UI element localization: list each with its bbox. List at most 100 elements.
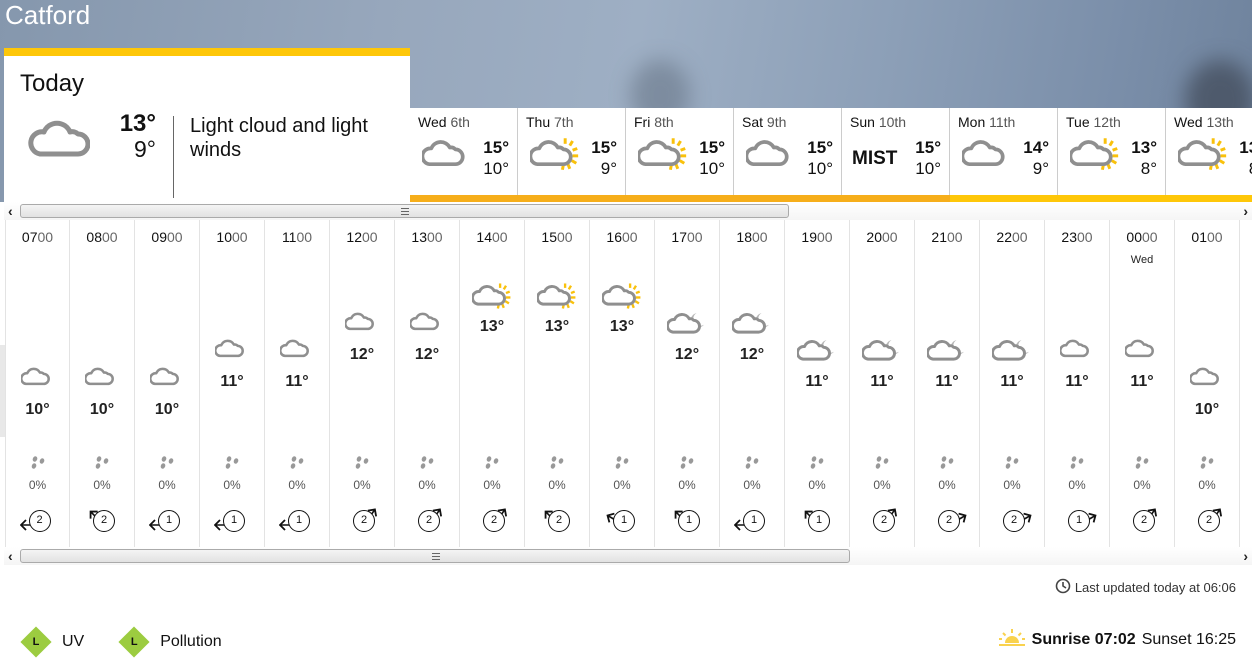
hour-temp: 10° xyxy=(25,400,50,418)
hourly-column[interactable]: 0000 Wed 11° 0% 2 xyxy=(1110,220,1175,548)
hourly-column[interactable]: 0800 10° 0% 2 xyxy=(70,220,135,548)
sun-cloud-icon xyxy=(1176,136,1228,177)
hourly-column[interactable]: 2000 11° 0% 2 xyxy=(850,220,915,548)
cloud-icon xyxy=(1189,365,1224,394)
grip-icon xyxy=(431,553,440,560)
wind-indicator: 2 xyxy=(864,506,900,536)
wind-speed: 1 xyxy=(678,510,700,532)
rain-chance: 0% xyxy=(678,478,696,492)
day-tab[interactable]: Sat 9th 15° 10° xyxy=(734,108,842,202)
day-low-temp: 9° xyxy=(1032,159,1049,178)
hour-temp: 13° xyxy=(544,318,570,335)
scroll-right-icon[interactable]: › xyxy=(1243,202,1248,220)
wind-indicator: 2 xyxy=(84,506,120,536)
pollution-badge[interactable]: L Pollution xyxy=(118,626,222,658)
rain-chance: 0% xyxy=(613,478,631,492)
hourly-column[interactable]: 1900 11° 0% 1 xyxy=(785,220,850,548)
wind-speed: 1 xyxy=(613,510,635,532)
hourly-column[interactable]: 1800 12° 0% 1 xyxy=(720,220,785,548)
hourly-column[interactable]: 1400 13° 0% 2 xyxy=(460,220,525,548)
mist-icon: MIST xyxy=(852,148,898,169)
rain-chance: 0% xyxy=(288,478,306,492)
day-high-temp: 15° xyxy=(483,138,509,157)
daily-scrollbar[interactable]: ‹ › xyxy=(4,202,1252,220)
wind-speed: 2 xyxy=(418,510,440,532)
hour-label: 1000 xyxy=(216,229,248,245)
cloud-icon xyxy=(1124,337,1159,366)
sun-cloud-icon xyxy=(536,282,577,315)
moon-cloud-icon xyxy=(926,337,967,370)
cloud-icon xyxy=(19,365,55,394)
day-tab[interactable]: Fri 8th 15° 10° xyxy=(626,108,734,202)
day-low-temp: 10° xyxy=(915,159,941,178)
day-name: Mon 11th xyxy=(958,114,1016,130)
day-low-temp: 10° xyxy=(483,159,509,178)
wind-speed: 2 xyxy=(483,510,505,532)
hourly-column[interactable]: 2300 11° 0% 1 xyxy=(1045,220,1110,548)
hourly-scrollbar[interactable]: ‹ › xyxy=(4,547,1252,565)
temperature-bar xyxy=(842,195,950,202)
day-tab[interactable]: Sun 10th MIST 15° 10° xyxy=(842,108,950,202)
wind-indicator: 2 xyxy=(474,506,510,536)
hour-label: 1500 xyxy=(541,229,573,245)
wind-indicator: 2 xyxy=(409,506,445,536)
hour-label: 1800 xyxy=(736,229,768,245)
hourly-column[interactable]: 2200 11° 0% 2 xyxy=(980,220,1045,548)
hourly-column[interactable]: 1100 11° 0% 1 xyxy=(265,220,330,548)
day-tab[interactable]: Wed 13th 13° 8° xyxy=(1166,108,1252,202)
wind-indicator: 1 xyxy=(149,506,185,536)
day-low-temp: 10° xyxy=(807,159,833,178)
today-label: Today xyxy=(20,70,85,97)
day-tab[interactable]: Thu 7th 15° 9° xyxy=(518,108,626,202)
rain-chance: 0% xyxy=(93,478,111,492)
wind-indicator: 1 xyxy=(1059,506,1097,536)
clock-icon xyxy=(1055,578,1071,597)
daily-scroll-thumb[interactable] xyxy=(20,204,789,218)
rain-chance: 0% xyxy=(223,478,241,492)
hour-temp: 12° xyxy=(414,345,440,363)
day-low-temp: 10° xyxy=(699,159,725,178)
wind-indicator: 2 xyxy=(1189,506,1225,536)
hourly-column[interactable]: 1700 12° 0% 1 xyxy=(655,220,720,548)
hourly-column[interactable]: 0100 10° 0% 2 xyxy=(1175,220,1240,548)
wind-indicator: 2 xyxy=(344,506,380,536)
day-tab[interactable]: Mon 11th 14° 9° xyxy=(950,108,1058,202)
rain-chance: 0% xyxy=(418,478,436,492)
hour-label: 2300 xyxy=(1061,229,1093,245)
hourly-column[interactable]: 1600 13° 0% 1 xyxy=(590,220,655,548)
temperature-bar xyxy=(626,195,734,202)
hourly-scroll-thumb[interactable] xyxy=(20,549,850,563)
hourly-column[interactable]: 1200 12° 0% 2 xyxy=(330,220,395,548)
today-summary-card[interactable]: Today 13° 9° Light cloud and light winds xyxy=(4,48,410,202)
temperature-bar xyxy=(950,195,1058,202)
temperature-bar xyxy=(410,195,518,202)
hourly-column[interactable]: 2100 11° 0% 2 xyxy=(915,220,980,548)
cloud-icon xyxy=(420,136,472,177)
cloud-icon xyxy=(409,310,444,339)
wind-indicator: 2 xyxy=(994,506,1032,536)
hourly-column[interactable]: 1500 13° 0% 2 xyxy=(525,220,590,548)
hour-label: 0700 xyxy=(21,229,54,245)
wind-indicator: 2 xyxy=(539,506,575,536)
hourly-column[interactable]: 0700 10° 0% 2 xyxy=(5,220,70,548)
hour-temp: 11° xyxy=(1065,373,1089,390)
hourly-column[interactable]: 1300 12° 0% 2 xyxy=(395,220,460,548)
hour-temp: 11° xyxy=(1000,373,1024,390)
hour-label: 1900 xyxy=(801,229,833,245)
hourly-column[interactable]: 1000 11° 0% 1 xyxy=(200,220,265,548)
environment-badges: L UV L Pollution xyxy=(20,626,222,658)
day-tab[interactable]: Wed 6th 15° 10° xyxy=(410,108,518,202)
raindrops-icon xyxy=(874,456,890,475)
rain-chance: 0% xyxy=(483,478,501,492)
scroll-right-icon[interactable]: › xyxy=(1243,547,1248,565)
raindrops-icon xyxy=(1069,456,1085,475)
hourly-column[interactable]: 0900 10° 0% 1 xyxy=(135,220,200,548)
wind-speed: 1 xyxy=(1068,510,1090,532)
uv-badge[interactable]: L UV xyxy=(20,626,84,658)
scroll-left-icon[interactable]: ‹ xyxy=(8,202,13,220)
today-description: Light cloud and light winds xyxy=(190,115,368,161)
scroll-left-icon[interactable]: ‹ xyxy=(8,547,13,565)
day-tab[interactable]: Tue 12th 13° 8° xyxy=(1058,108,1166,202)
rain-chance: 0% xyxy=(1198,478,1216,492)
wind-speed: 2 xyxy=(938,510,960,532)
